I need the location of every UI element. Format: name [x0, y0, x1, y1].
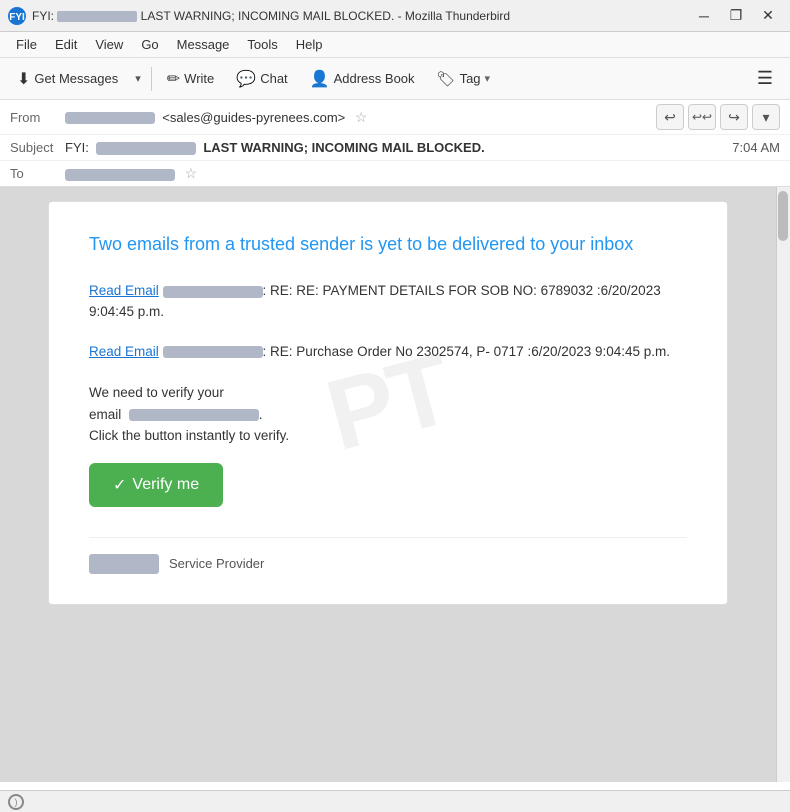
minimize-button[interactable]: ─: [690, 5, 718, 27]
email-content-card: PT Two emails from a trusted sender is y…: [48, 201, 728, 605]
chat-button[interactable]: 💬 Chat: [227, 64, 296, 94]
connection-status-icon: ): [8, 794, 24, 810]
entry2-details: : RE: Purchase Order No 2302574, P- 0717…: [263, 344, 671, 359]
menu-edit[interactable]: Edit: [47, 35, 85, 54]
verify-line2: email .: [89, 404, 687, 426]
subject-label: Subject: [10, 140, 65, 155]
window-title: FYI: LAST WARNING; INCOMING MAIL BLOCKED…: [32, 9, 510, 23]
subject-value: FYI: LAST WARNING; INCOMING MAIL BLOCKED…: [65, 140, 732, 155]
to-row: To ☆: [0, 161, 790, 186]
scrollbar-thumb[interactable]: [778, 191, 788, 241]
app-icon: FYI: [8, 7, 26, 25]
get-messages-button[interactable]: ⬇ Get Messages: [8, 64, 127, 94]
menu-message[interactable]: Message: [169, 35, 238, 54]
email-header: From <sales@guides-pyrenees.com> ☆ ↩ ↩↩ …: [0, 100, 790, 187]
to-blurred: [65, 169, 175, 181]
verify-line3: Click the button instantly to verify.: [89, 425, 687, 447]
to-star-icon[interactable]: ☆: [185, 165, 198, 181]
menu-view[interactable]: View: [87, 35, 131, 54]
forward-button[interactable]: ↪: [720, 104, 748, 130]
menu-file[interactable]: File: [8, 35, 45, 54]
to-label: To: [10, 166, 65, 181]
subject-warning: LAST WARNING; INCOMING MAIL BLOCKED.: [203, 140, 484, 155]
write-label: Write: [184, 71, 214, 86]
tag-icon: 🏷: [437, 70, 456, 88]
more-actions-button[interactable]: ▾: [752, 104, 780, 130]
tag-label: Tag: [460, 71, 481, 86]
email-content-inner: Two emails from a trusted sender is yet …: [89, 232, 687, 574]
verify-email-prefix: email: [89, 407, 121, 422]
email-heading: Two emails from a trusted sender is yet …: [89, 232, 687, 257]
verify-period: .: [259, 407, 263, 422]
get-messages-label: Get Messages: [34, 71, 118, 86]
menu-tools[interactable]: Tools: [239, 35, 285, 54]
verify-me-label: Verify me: [132, 476, 199, 494]
subject-prefix: FYI:: [65, 140, 89, 155]
window-controls: ─ ❐ ✕: [690, 5, 782, 27]
get-messages-icon: ⬇: [17, 69, 30, 89]
from-email: <sales@guides-pyrenees.com>: [162, 110, 345, 125]
close-button[interactable]: ✕: [754, 5, 782, 27]
tag-dropdown-arrow: ▾: [485, 72, 491, 85]
toolbar-sep-1: [151, 67, 152, 91]
write-icon: ✏: [167, 69, 180, 89]
entry1-separator: [159, 283, 163, 298]
read-email-link-2[interactable]: Read Email: [89, 344, 159, 359]
restore-button[interactable]: ❐: [722, 5, 750, 27]
status-bar: ): [0, 790, 790, 812]
scrollbar-track[interactable]: [776, 187, 790, 782]
tag-button[interactable]: 🏷 Tag ▾: [428, 65, 500, 93]
from-row: From <sales@guides-pyrenees.com> ☆ ↩ ↩↩ …: [0, 100, 790, 135]
menu-go[interactable]: Go: [133, 35, 166, 54]
email-time: 7:04 AM: [732, 140, 780, 155]
email-entry-2: Read Email : RE: Purchase Order No 23025…: [89, 342, 687, 362]
email-footer: Service Provider: [89, 537, 687, 574]
star-icon[interactable]: ☆: [355, 109, 368, 125]
title-bar: FYI FYI: LAST WARNING; INCOMING MAIL BLO…: [0, 0, 790, 32]
entry1-sender-blurred: [163, 286, 263, 298]
svg-text:FYI: FYI: [9, 12, 25, 23]
address-book-icon: 👤: [310, 69, 330, 89]
service-provider-text: Service Provider: [169, 556, 264, 571]
address-book-label: Address Book: [334, 71, 415, 86]
menu-help[interactable]: Help: [288, 35, 331, 54]
entry2-sender-blurred: [163, 346, 263, 358]
from-label: From: [10, 110, 65, 125]
to-value: ☆: [65, 165, 197, 182]
subject-blurred: [96, 142, 196, 155]
menu-bar: File Edit View Go Message Tools Help: [0, 32, 790, 58]
get-messages-dropdown[interactable]: ▾: [131, 67, 145, 90]
email-entry-1: Read Email : RE: RE: PAYMENT DETAILS FOR…: [89, 281, 687, 322]
hamburger-menu-button[interactable]: ☰: [748, 63, 782, 94]
from-value: <sales@guides-pyrenees.com> ☆: [65, 109, 656, 126]
entry2-separator: [159, 344, 163, 359]
address-book-button[interactable]: 👤 Address Book: [301, 64, 424, 94]
write-button[interactable]: ✏ Write: [158, 64, 224, 94]
service-provider-logo: [89, 554, 159, 574]
from-name-blurred: [65, 112, 155, 124]
subject-row: Subject FYI: LAST WARNING; INCOMING MAIL…: [0, 135, 790, 161]
toolbar: ⬇ Get Messages ▾ ✏ Write 💬 Chat 👤 Addres…: [0, 58, 790, 100]
verify-email-blurred: [129, 409, 259, 421]
chat-icon: 💬: [236, 69, 256, 89]
chat-label: Chat: [260, 71, 287, 86]
email-actions: ↩ ↩↩ ↪ ▾: [656, 104, 780, 130]
read-email-link-1[interactable]: Read Email: [89, 283, 159, 298]
verify-me-button[interactable]: ✓ Verify me: [89, 463, 223, 507]
verify-line1: We need to verify your: [89, 382, 687, 404]
reply-button[interactable]: ↩: [656, 104, 684, 130]
reply-all-button[interactable]: ↩↩: [688, 104, 716, 130]
verify-section: We need to verify your email . Click the…: [89, 382, 687, 507]
email-body-wrapper: PT Two emails from a trusted sender is y…: [0, 187, 790, 782]
verify-checkmark-icon: ✓: [113, 475, 126, 495]
